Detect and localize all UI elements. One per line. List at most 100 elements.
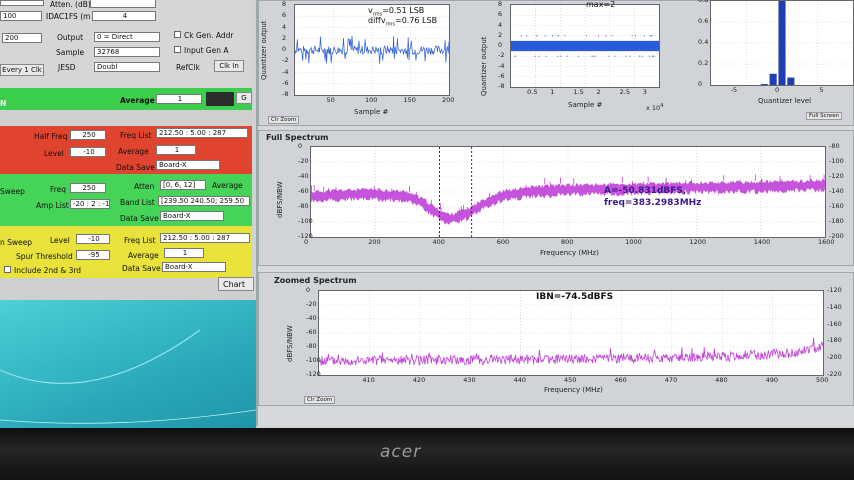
output-select[interactable]: 0 = Direct xyxy=(94,32,160,42)
quantizer-full-point xyxy=(585,35,587,37)
quantizer-full-point xyxy=(614,55,616,57)
p4-ytick-right: -120 xyxy=(829,172,844,180)
p4-svg xyxy=(311,147,825,237)
p5-xtick: 490 xyxy=(765,376,779,384)
quantizer-full-point xyxy=(520,35,522,37)
histogram-bar xyxy=(769,73,777,85)
quantizer-full-point xyxy=(564,35,566,37)
p5-ytick-right: -200 xyxy=(827,353,842,362)
p1-ytick: 0 xyxy=(282,45,287,53)
desktop-background xyxy=(0,300,256,440)
level-field-yellow[interactable]: -10 xyxy=(76,234,110,244)
sample-select[interactable]: 32768 xyxy=(94,47,160,57)
bandlist-field[interactable]: [239.50 240.50; 259.50 xyxy=(158,196,250,206)
quantizer-full-point xyxy=(644,35,645,37)
p4-ytick: -60 xyxy=(298,187,309,195)
iadc-field[interactable]: 4 xyxy=(92,11,156,21)
control-panel: Atten. (dB) IDAC1FS (m 100 4 200 Output … xyxy=(0,0,252,300)
spur-threshold-field[interactable]: -95 xyxy=(76,250,110,260)
quantizer-full-plot[interactable] xyxy=(510,4,660,88)
atten-value-field[interactable] xyxy=(90,0,156,8)
p1-ytick: 8 xyxy=(282,0,287,8)
average-field-yellow[interactable]: 1 xyxy=(164,248,204,258)
level-field-red[interactable]: -10 xyxy=(70,147,106,157)
spur-sweep-label: n Sweep xyxy=(0,238,33,247)
average-slider[interactable] xyxy=(206,92,234,106)
quantizer-full-point xyxy=(649,55,650,57)
freq-field[interactable]: 250 xyxy=(70,183,106,193)
histogram-plot[interactable] xyxy=(710,0,854,86)
atten-field[interactable] xyxy=(0,0,44,6)
every-clk-button[interactable]: Every 1 Clk xyxy=(0,64,44,76)
average-field-1[interactable]: 1 xyxy=(156,94,202,104)
p2-ytick: -8 xyxy=(498,82,505,90)
include-harmonics-label: Include 2nd & 3rd xyxy=(14,266,82,275)
quantizer-full-point xyxy=(578,55,579,57)
inputgen-label: Input Gen A xyxy=(184,46,229,55)
freqlist-field-red[interactable]: 212.50 : 5.00 : 287 xyxy=(156,128,248,138)
datasave-field-green[interactable]: Board-X xyxy=(160,211,224,221)
datasave-field-yellow[interactable]: Board-X xyxy=(162,262,226,272)
level-label-yellow: Level xyxy=(50,236,70,245)
atten-label-green: Atten xyxy=(134,182,155,191)
p4-ytick: -80 xyxy=(298,202,309,210)
quantizer-full-point xyxy=(605,35,607,37)
p5-ytick: 0 xyxy=(306,286,311,294)
ckgen-checkbox[interactable] xyxy=(174,31,181,38)
clr-zoom-button-top[interactable]: Clr Zoom xyxy=(268,116,300,124)
p2-xtick: 1 xyxy=(550,88,555,96)
datasave-label-yellow: Data Save xyxy=(122,264,161,273)
p3-ytick: 0 xyxy=(698,80,703,88)
quantizer-full-point xyxy=(552,35,554,37)
full-spectrum-title: Full Spectrum xyxy=(266,133,329,142)
diff-annotation: diffvrms=0.76 LSB xyxy=(368,16,438,28)
chart-button[interactable]: Chart xyxy=(218,277,254,291)
field-200[interactable]: 200 xyxy=(2,33,42,43)
p5-xtick: 410 xyxy=(362,376,375,384)
monitor-bezel: acer xyxy=(0,428,854,480)
full-screen-button[interactable]: Full Screen xyxy=(806,112,843,120)
field-100[interactable]: 100 xyxy=(0,11,42,21)
ckgen-label: Ck Gen. Addr xyxy=(184,31,234,40)
p4-ytick: -40 xyxy=(298,172,309,180)
p3-ytick: 0.8 xyxy=(698,0,709,4)
inputgen-checkbox[interactable] xyxy=(174,46,181,53)
p5-ytick-right: -140 xyxy=(827,302,842,311)
jesd-label: JESD xyxy=(58,63,76,72)
jesd-select[interactable]: Doubl xyxy=(94,62,160,72)
halffreq-field[interactable]: 250 xyxy=(70,130,106,140)
freqlist-field-yellow[interactable]: 212.50 : 5.00 : 287 xyxy=(160,233,250,243)
quantizer-full-point xyxy=(625,55,627,57)
average-field-red[interactable]: 1 xyxy=(156,145,196,155)
zoomed-spectrum-plot[interactable] xyxy=(318,290,824,376)
p4-xtick: 0 xyxy=(304,238,309,246)
atten-field-green[interactable]: [0, 6, 12] xyxy=(160,180,206,190)
p5-xtick: 450 xyxy=(564,376,577,384)
quantizer-full-point xyxy=(514,55,516,57)
p2-ytick: -2 xyxy=(498,51,505,60)
quantizer-full-ylabel: Quantizer output xyxy=(480,36,488,96)
full-spectrum-plot[interactable] xyxy=(310,146,826,238)
freqlist-label-yellow: Freq List xyxy=(124,236,156,245)
average-go-button[interactable]: G xyxy=(236,92,252,104)
p5-xtick: 440 xyxy=(513,376,527,384)
quantizer-full-point xyxy=(526,35,528,37)
p2-svg xyxy=(511,5,659,87)
p1-ytick: -4 xyxy=(282,67,289,76)
p1-ytick: -6 xyxy=(282,78,289,87)
datasave-field-red[interactable]: Board-X xyxy=(156,160,220,170)
freqlist-label-red: Freq List xyxy=(120,131,152,140)
ibn-annotation: IBN=-74.5dBFS xyxy=(536,292,614,302)
clkin-button[interactable]: Clk In xyxy=(214,60,244,72)
p4-xtick: 800 xyxy=(561,238,574,246)
include-harmonics-checkbox[interactable] xyxy=(4,266,11,273)
p2-xtick: 3 xyxy=(642,88,647,96)
quantizer-full-point xyxy=(611,35,613,37)
clr-zoom-button-bottom[interactable]: Clr Zoom xyxy=(304,396,336,404)
p5-ytick: -60 xyxy=(306,328,317,336)
amplist-field[interactable]: -20 : 2 : -10 xyxy=(70,199,110,209)
histogram-bar xyxy=(760,84,768,85)
p5-xtick: 470 xyxy=(664,376,678,384)
p3-ytick: 0.6 xyxy=(698,17,709,25)
quantizer-xlabel: Sample # xyxy=(354,108,389,116)
